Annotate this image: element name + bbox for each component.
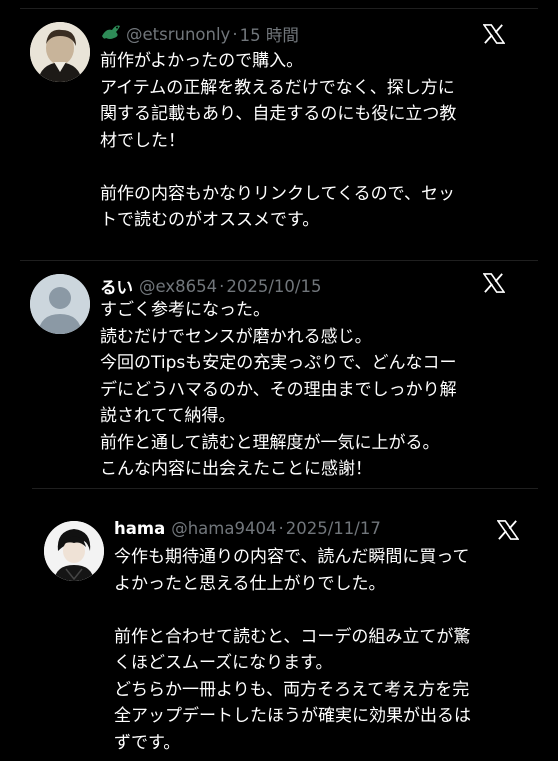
tweet-line: 今回のTipsも安定の充実っぷりで、どんなコー xyxy=(100,353,457,373)
divider-top xyxy=(32,488,538,489)
user-handle[interactable]: @etsrunonly xyxy=(126,25,230,44)
tweet-line: 前作と通して読むと理解度が一気に上がる。 xyxy=(100,432,440,453)
tweet-line: こんな内容に出会えたことに感謝！ xyxy=(100,459,372,479)
timestamp[interactable]: 2025/11/17 xyxy=(286,519,381,538)
user-handle[interactable]: @hama9404 xyxy=(171,519,276,538)
display-name[interactable]: hama xyxy=(114,519,165,538)
avatar[interactable] xyxy=(44,521,104,581)
tweet-line: 前作がよかったので購入。 xyxy=(100,51,304,71)
tweet-line: すごく参考になった。 xyxy=(100,300,270,320)
tweet-line: 前作の内容もかなりリンクしてくるので、セッ xyxy=(100,183,455,204)
tweet-line: よかったと思える仕上がりでした。 xyxy=(114,573,386,594)
tweet-card-1[interactable]: @etsrunonly · 15 時間 前作がよかったので購入。 アイテムの正解… xyxy=(20,8,538,258)
dot-separator: · xyxy=(278,519,284,538)
divider-top xyxy=(20,260,538,261)
tweet-line: 関する記載もあり、自走するのにも役に立つ教 xyxy=(100,104,457,124)
tweet-line: アイテムの正解を教えるだけでなく、探し方に xyxy=(100,77,455,98)
avatar[interactable] xyxy=(30,22,90,82)
x-logo-icon[interactable] xyxy=(482,24,506,48)
dot-separator: · xyxy=(232,24,238,44)
tweet-header: るい @ex8654 · 2025/10/15 xyxy=(100,274,321,298)
user-handle[interactable]: @ex8654 xyxy=(139,277,217,296)
tweet-header: @etsrunonly · 15 時間 xyxy=(100,22,299,46)
tweet-header: hama @hama9404 · 2025/11/17 xyxy=(114,519,381,538)
tweet-line xyxy=(114,597,471,624)
dot-separator: · xyxy=(219,276,225,296)
tweet-text: 今作も期待通りの内容で、読んだ瞬間に買って よかったと思える仕上がりでした。 前… xyxy=(114,544,471,756)
tweet-text: すごく参考になった。 読むだけでセンスが磨かれる感じ。 今回のTipsも安定の充… xyxy=(100,297,457,483)
divider-top xyxy=(20,8,538,9)
lizard-badge-icon xyxy=(100,22,122,46)
avatar[interactable] xyxy=(30,274,90,334)
timestamp[interactable]: 15 時間 xyxy=(240,22,299,46)
portrait-avatar-image xyxy=(30,22,90,82)
tweet-line: 読むだけでセンスが磨かれる感じ。 xyxy=(100,326,372,347)
tweet-line: どちらか一冊よりも、両方そろえて考え方を完 xyxy=(114,679,470,700)
tweet-line xyxy=(100,154,456,181)
display-name[interactable]: るい xyxy=(100,274,133,298)
anime-character-avatar-image xyxy=(44,521,104,581)
tweet-line: 材でした！ xyxy=(100,130,185,151)
tweet-line: 今作も期待通りの内容で、読んだ瞬間に買って xyxy=(114,547,470,567)
tweet-line: トで読むのがオススメです。 xyxy=(100,210,320,230)
default-user-avatar-icon xyxy=(30,274,90,334)
timestamp[interactable]: 2025/10/15 xyxy=(226,277,321,296)
tweet-text: 前作がよかったので購入。 アイテムの正解を教えるだけでなく、探し方に 関する記載… xyxy=(100,48,456,234)
tweet-line: ずです。 xyxy=(114,732,181,753)
tweet-line: 全アップデートしたほうが確実に効果が出るは xyxy=(114,706,471,726)
tweet-line: 前作と合わせて読むと、コーデの組み立てが驚 xyxy=(114,626,471,647)
tweet-card-3[interactable]: hama @hama9404 · 2025/11/17 今作も期待通りの内容で、… xyxy=(32,488,538,761)
tweet-card-2[interactable]: るい @ex8654 · 2025/10/15 すごく参考になった。 読むだけで… xyxy=(20,260,538,486)
tweet-line: デにどうハマるのか、その理由までしっかり解 xyxy=(100,379,457,400)
tweet-line: くほどスムーズになります。 xyxy=(114,653,333,673)
tweet-line: 説されてて納得。 xyxy=(100,406,236,426)
x-logo-icon[interactable] xyxy=(482,273,506,297)
x-logo-icon[interactable] xyxy=(496,520,520,544)
